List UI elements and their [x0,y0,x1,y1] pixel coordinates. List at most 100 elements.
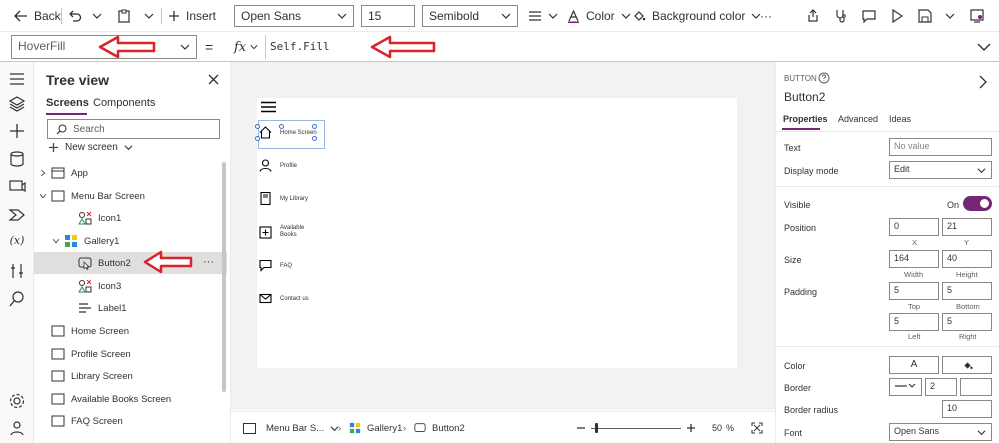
share-button[interactable] [806,0,820,32]
height-input[interactable]: 40 [942,250,992,268]
app-checker-button[interactable] [834,0,848,32]
save-dropdown[interactable] [945,0,955,32]
zoom-slider-track[interactable] [591,428,681,429]
hamburger-icon[interactable] [260,101,277,113]
layers-icon[interactable] [8,95,26,113]
menu-item-contact[interactable]: Contact us [259,292,309,305]
menu-item-faq[interactable]: FAQ [259,259,292,272]
tree-scrollbar[interactable] [222,162,226,392]
padding-top-input[interactable]: 5 [889,282,939,300]
tree-item-button2[interactable]: Button2 ··· [34,252,227,274]
tab-advanced[interactable]: Advanced [838,114,878,124]
more-options-icon[interactable]: ··· [203,256,214,268]
virtual-agent-icon[interactable] [8,419,26,437]
breadcrumb-gallery[interactable]: Gallery1 [349,412,402,443]
tab-screens[interactable]: Screens [46,97,89,109]
tree-item-label1[interactable]: Label1 [34,297,227,319]
border-color-picker[interactable] [960,378,992,396]
hamburger-icon[interactable] [8,70,26,88]
fx-button[interactable]: fx [226,35,266,59]
help-icon[interactable] [818,72,830,84]
new-screen-button[interactable]: New screen [48,142,133,153]
padding-left-input[interactable]: 5 [889,313,939,331]
tree-item-icon3[interactable]: Icon3 [34,275,227,297]
menu-item-library[interactable]: My Library [259,192,308,205]
position-y-input[interactable]: 21 [942,218,992,236]
insert-plus-icon[interactable] [8,122,26,140]
align-button[interactable] [528,0,558,32]
visible-toggle[interactable] [963,196,992,211]
command-bar: Back Insert Open Sans 15 Semibold Color … [0,0,999,32]
preview-button[interactable] [891,0,903,32]
data-icon[interactable] [8,150,26,168]
close-icon[interactable] [208,74,219,85]
paste-dropdown[interactable] [144,0,154,32]
bottom-caption: Bottom [956,302,980,311]
text-color-picker[interactable]: A [889,356,939,374]
screen-icon [51,190,65,202]
menu-item-available-books[interactable]: Available Books [259,225,310,239]
background-color-button[interactable]: Background color [632,0,761,32]
media-icon[interactable] [8,178,26,196]
breadcrumb-screen[interactable]: Menu Bar S... [243,412,339,443]
tree-item-available-books-screen[interactable]: Available Books Screen [34,388,227,410]
tab-components[interactable]: Components [93,97,155,109]
font-family-select[interactable]: Open Sans [234,5,354,27]
paste-button[interactable] [117,0,131,32]
padding-bottom-input[interactable]: 5 [942,282,992,300]
breadcrumb-button[interactable]: Button2 [414,412,465,443]
width-input[interactable]: 164 [889,250,939,268]
padding-right-input[interactable]: 5 [942,313,992,331]
undo-button[interactable] [68,0,82,32]
undo-dropdown[interactable] [92,0,102,32]
chevron-down-icon [250,45,258,50]
position-x-input[interactable]: 0 [889,218,939,236]
font-select[interactable]: Open Sans [889,423,992,441]
text-input[interactable]: No value [889,138,992,156]
publish-button[interactable] [970,0,984,32]
back-button[interactable]: Back [14,0,61,32]
zoom-unit: % [726,423,735,433]
menu-item-profile[interactable]: Profile [259,159,297,172]
tree-item-library-screen[interactable]: Library Screen [34,365,227,387]
comments-button[interactable] [862,0,876,32]
search-icon[interactable] [8,290,26,308]
save-button[interactable] [918,0,932,32]
border-width-input[interactable]: 2 [925,378,957,396]
tab-properties[interactable]: Properties [783,114,828,124]
menu-item-home[interactable]: Home Screen [259,126,317,139]
variables-icon[interactable]: (x) [8,234,26,252]
font-size-input[interactable]: 15 [361,5,415,27]
zoom-in-icon[interactable] [686,423,696,433]
tools-icon[interactable] [8,262,26,280]
tree-item-home-screen[interactable]: Home Screen [34,320,227,342]
tab-ideas[interactable]: Ideas [889,114,911,124]
control-name[interactable]: Button2 [784,90,825,104]
chevron-down-icon [621,13,631,19]
tree-item-faq-screen[interactable]: FAQ Screen [34,410,227,432]
power-automate-icon[interactable] [8,206,26,224]
search-input[interactable]: Search [47,119,220,139]
settings-gear-icon[interactable] [8,392,26,410]
tree-item-profile-screen[interactable]: Profile Screen [34,343,227,365]
fill-color-picker[interactable] [942,356,992,374]
fit-to-window-icon[interactable] [751,422,763,434]
font-size-value: 15 [368,9,382,23]
border-style-select[interactable] [889,378,922,396]
tree-item-gallery1[interactable]: Gallery1 [34,230,227,252]
display-mode-select[interactable]: Edit [889,161,992,179]
more-button[interactable]: ··· [760,0,772,32]
tree-item-icon1[interactable]: Icon1 [34,207,227,229]
color-button[interactable]: Color [567,0,631,32]
tree-item-app[interactable]: App [34,162,227,184]
font-weight-select[interactable]: Semibold [422,5,518,27]
insert-button[interactable]: Insert [168,0,216,32]
app-screen-canvas[interactable]: Home Screen Profile My Library Available… [255,98,737,368]
zoom-slider-thumb[interactable] [595,423,598,433]
zoom-out-icon[interactable] [576,423,586,433]
formula-input[interactable]: Self.Fill [270,40,330,53]
expand-formula-icon[interactable] [977,41,991,53]
border-radius-input[interactable]: 10 [942,400,992,418]
tree-item-menu-bar-screen[interactable]: Menu Bar Screen [34,185,227,207]
chevron-right-icon[interactable] [979,75,988,89]
